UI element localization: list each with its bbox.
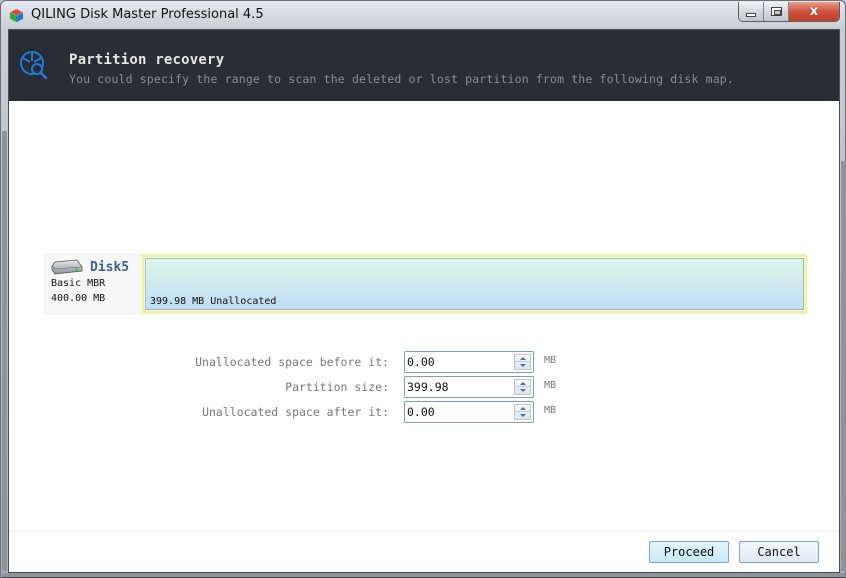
arrow-down-icon bbox=[519, 414, 526, 417]
arrow-up-icon bbox=[519, 381, 526, 385]
unallocated-partition-block[interactable]: 399.98 MB Unallocated bbox=[145, 258, 804, 310]
partition-size-label: Partition size: bbox=[285, 380, 389, 394]
page-subtitle: You could specify the range to scan the … bbox=[69, 72, 734, 86]
partition-search-icon bbox=[20, 51, 48, 80]
partition-selection-frame: 399.98 MB Unallocated bbox=[142, 255, 807, 313]
title-bar[interactable]: QILING Disk Master Professional 4.5 x bbox=[1, 1, 845, 29]
disk-map: Disk5 Basic MBR 400.00 MB 399.98 MB Unal… bbox=[44, 254, 807, 314]
space-after-increment[interactable] bbox=[515, 405, 530, 412]
window-title: QILING Disk Master Professional 4.5 bbox=[31, 7, 264, 22]
space-after-input[interactable] bbox=[407, 405, 507, 419]
space-after-label: Unallocated space after it: bbox=[202, 405, 389, 419]
partition-size-decrement[interactable] bbox=[515, 387, 530, 394]
form-row-size: Partition size: MB bbox=[9, 376, 839, 398]
arrow-down-icon bbox=[519, 364, 526, 367]
app-window: QILING Disk Master Professional 4.5 x Pa… bbox=[0, 0, 846, 578]
arrow-up-icon bbox=[519, 356, 526, 360]
window-frame-left bbox=[2, 131, 7, 571]
space-after-unit: MB bbox=[544, 405, 557, 416]
space-after-spinbox[interactable] bbox=[404, 401, 534, 423]
partition-label: 399.98 MB Unallocated bbox=[150, 296, 277, 307]
arrow-up-icon bbox=[519, 406, 526, 410]
space-before-unit: MB bbox=[544, 355, 557, 366]
disk-type: Basic MBR bbox=[51, 278, 106, 289]
partition-size-unit: MB bbox=[544, 380, 557, 391]
disk-info[interactable]: Disk5 Basic MBR 400.00 MB bbox=[45, 255, 142, 313]
arrow-down-icon bbox=[519, 389, 526, 392]
close-icon: x bbox=[809, 4, 819, 19]
dialog-header: Partition recovery You could specify the… bbox=[9, 30, 839, 101]
partition-size-input[interactable] bbox=[407, 380, 507, 394]
minimize-button[interactable] bbox=[739, 2, 764, 21]
form-row-after: Unallocated space after it: MB bbox=[9, 401, 839, 423]
proceed-button[interactable]: Proceed bbox=[649, 541, 729, 563]
space-after-decrement[interactable] bbox=[515, 412, 530, 419]
space-before-label: Unallocated space before it: bbox=[195, 355, 389, 369]
partition-size-increment[interactable] bbox=[515, 380, 530, 387]
space-before-increment[interactable] bbox=[515, 355, 530, 362]
hard-disk-icon bbox=[51, 259, 83, 275]
space-after-spin-buttons bbox=[514, 404, 531, 420]
disk-name: Disk5 bbox=[90, 260, 130, 275]
minimize-icon bbox=[746, 12, 756, 17]
disk-size: 400.00 MB bbox=[51, 293, 106, 304]
partition-size-spinbox[interactable] bbox=[404, 376, 534, 398]
cancel-button[interactable]: Cancel bbox=[739, 541, 819, 563]
footer-divider bbox=[9, 531, 839, 532]
page-title: Partition recovery bbox=[69, 52, 225, 68]
partition-size-spin-buttons bbox=[514, 379, 531, 395]
space-before-spinbox[interactable] bbox=[404, 351, 534, 373]
maximize-button[interactable] bbox=[764, 2, 789, 21]
dialog-content: Partition recovery You could specify the… bbox=[8, 29, 840, 573]
maximize-icon bbox=[770, 7, 782, 16]
space-before-spin-buttons bbox=[514, 354, 531, 370]
window-frame-right bbox=[841, 161, 846, 571]
space-before-decrement[interactable] bbox=[515, 362, 530, 369]
space-before-input[interactable] bbox=[407, 355, 507, 369]
form-row-before: Unallocated space before it: MB bbox=[9, 351, 839, 373]
cube-app-icon bbox=[9, 8, 24, 23]
window-frame-bottom bbox=[2, 573, 845, 578]
close-button[interactable]: x bbox=[789, 2, 839, 21]
caption-buttons: x bbox=[738, 2, 840, 22]
